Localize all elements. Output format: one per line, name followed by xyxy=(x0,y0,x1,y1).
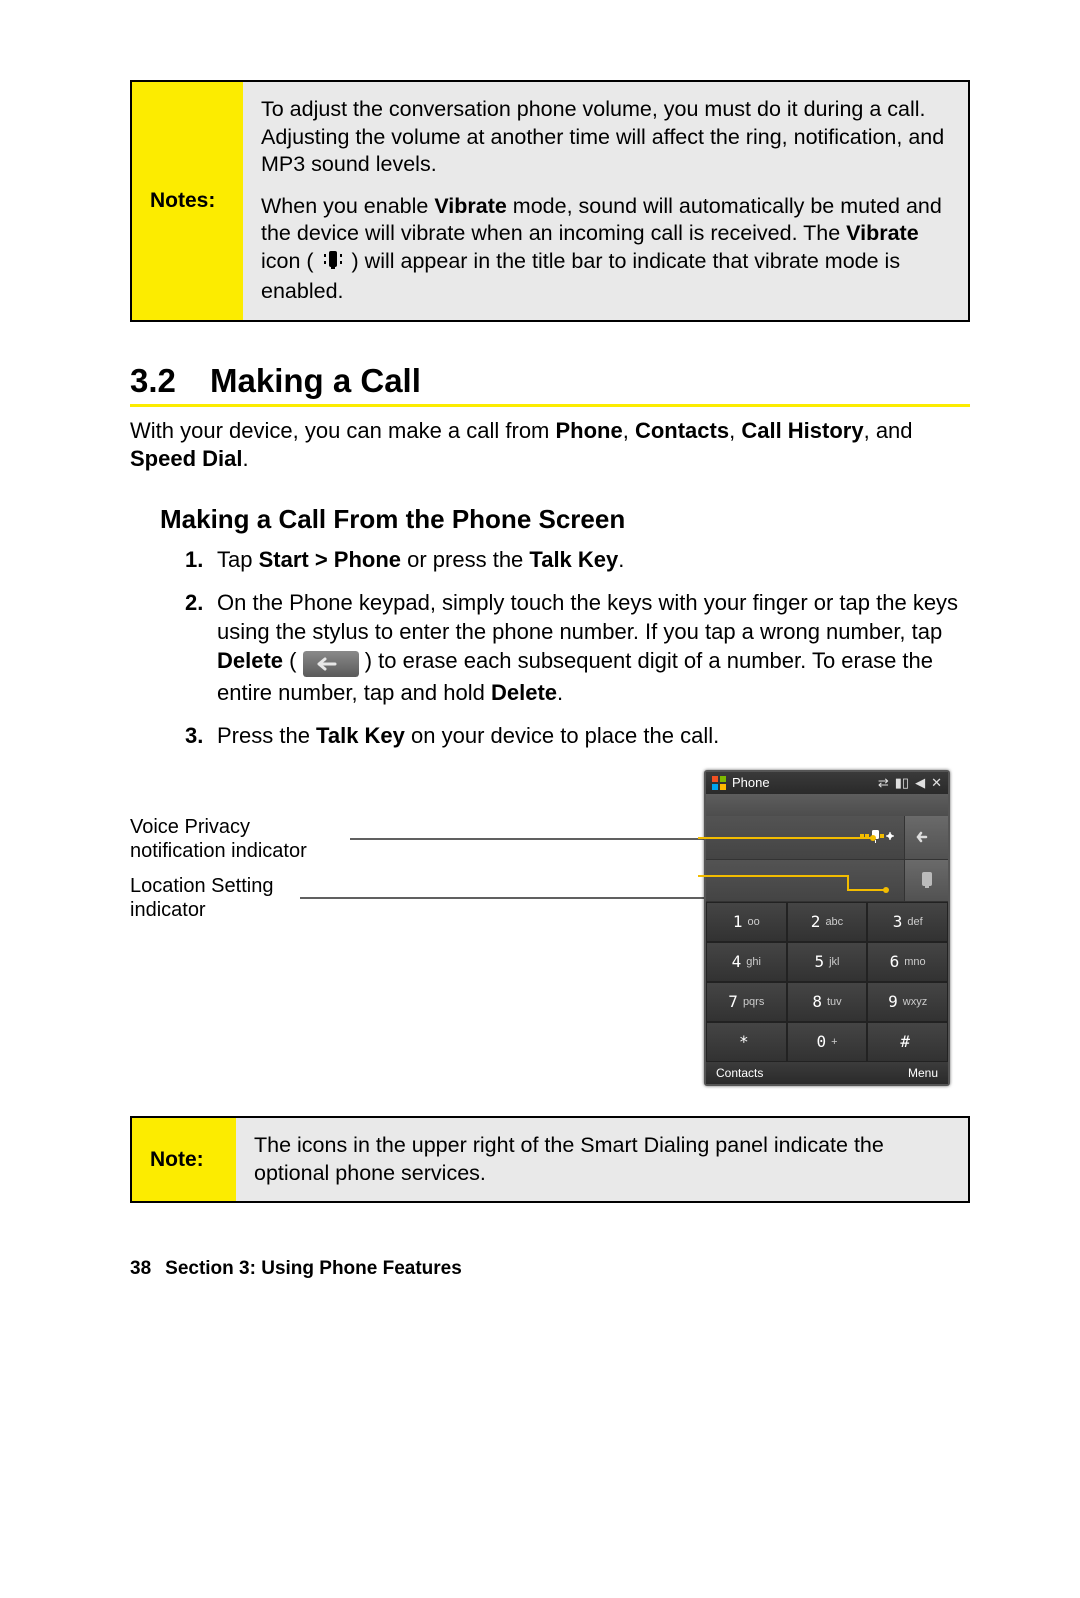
dial-input-area xyxy=(706,816,904,860)
step-number: 1. xyxy=(185,545,203,574)
text: Press the xyxy=(217,723,316,748)
key-6: 6mno xyxy=(867,942,948,982)
notes-box-bottom: Note: The icons in the upper right of th… xyxy=(130,1116,970,1203)
bold-text: Phone xyxy=(556,418,623,443)
delete-key-icon xyxy=(303,649,359,678)
bold-text: Vibrate xyxy=(434,194,507,218)
step-number: 2. xyxy=(185,588,203,617)
menu-softkey: Menu xyxy=(908,1066,938,1080)
bold-text: Vibrate xyxy=(846,221,919,245)
bold-text: Delete xyxy=(491,680,557,705)
step-1: 1. Tap Start > Phone or press the Talk K… xyxy=(185,545,970,574)
section-number: 3.2 xyxy=(130,362,210,400)
page-number: 38 xyxy=(130,1258,151,1279)
key-1: 1oo xyxy=(706,902,787,942)
text: With your device, you can make a call fr… xyxy=(130,418,556,443)
phone-titlebar: Phone ⇄ ▮▯ ◀ ✕ xyxy=(706,772,948,794)
text: When you enable xyxy=(261,194,434,218)
phone-title-text: Phone xyxy=(732,775,770,790)
text: , and xyxy=(864,418,913,443)
section-title-text: Making a Call xyxy=(210,362,421,399)
signal-icon: ▮▯ xyxy=(895,775,909,791)
subheading: Making a Call From the Phone Screen xyxy=(160,504,970,535)
bold-text: Contacts xyxy=(635,418,729,443)
text: . xyxy=(618,547,624,572)
phone-button xyxy=(904,860,948,902)
notes-para1: To adjust the conversation phone volume,… xyxy=(261,96,950,179)
close-icon: ✕ xyxy=(931,775,942,791)
callout-voice-privacy: Voice Privacy notification indicator xyxy=(130,815,704,864)
intro-paragraph: With your device, you can make a call fr… xyxy=(130,417,970,474)
bold-text: Speed Dial xyxy=(130,446,242,471)
steps-list: 1. Tap Start > Phone or press the Talk K… xyxy=(130,545,970,750)
text: on your device to place the call. xyxy=(405,723,719,748)
notes-box-top: Notes: To adjust the conversation phone … xyxy=(130,80,970,322)
step-2: 2. On the Phone keypad, simply touch the… xyxy=(185,588,970,707)
section-heading: 3.2Making a Call xyxy=(130,362,970,407)
notes-para2: When you enable Vibrate mode, sound will… xyxy=(261,193,950,306)
page-footer: 38 Section 3: Using Phone Features xyxy=(130,1258,970,1280)
phone-screenshot: Phone ⇄ ▮▯ ◀ ✕ xyxy=(704,770,950,1086)
key-5: 5jkl xyxy=(787,942,868,982)
callouts: Voice Privacy notification indicator Loc… xyxy=(130,815,704,933)
text: . xyxy=(242,446,248,471)
notes-label: Notes: xyxy=(132,82,243,320)
text: ( xyxy=(283,648,303,673)
phone-figure: Voice Privacy notification indicator Loc… xyxy=(130,770,970,1086)
keypad: 1oo 2abc 3def 4ghi 5jkl 6mno 7pqrs 8tuv … xyxy=(706,902,948,1062)
step-number: 3. xyxy=(185,721,203,750)
backspace-button xyxy=(904,816,948,860)
voice-privacy-indicator-icon xyxy=(860,827,894,848)
bold-text: Call History xyxy=(741,418,863,443)
vibrate-icon xyxy=(320,249,346,279)
key-3: 3def xyxy=(867,902,948,942)
key-0: 0+ xyxy=(787,1022,868,1062)
text: ) will appear in the title bar to indica… xyxy=(261,249,900,304)
key-8: 8tuv xyxy=(787,982,868,1022)
note-body: The icons in the upper right of the Smar… xyxy=(236,1118,968,1201)
bold-text: Delete xyxy=(217,648,283,673)
key-star: * xyxy=(706,1022,787,1062)
text: , xyxy=(729,418,741,443)
text: , xyxy=(623,418,635,443)
callout-text: Voice Privacy notification indicator xyxy=(130,815,350,864)
bold-text: Talk Key xyxy=(529,547,618,572)
step-3: 3. Press the Talk Key on your device to … xyxy=(185,721,970,750)
windows-icon xyxy=(712,776,726,790)
section-footer: Section 3: Using Phone Features xyxy=(165,1258,462,1279)
callout-line-icon xyxy=(350,833,704,845)
text: . xyxy=(557,680,563,705)
text: or press the xyxy=(401,547,529,572)
display-bar xyxy=(706,794,948,816)
contacts-softkey: Contacts xyxy=(716,1066,763,1080)
text: On the Phone keypad, simply touch the ke… xyxy=(217,590,958,644)
callout-location: Location Setting indicator xyxy=(130,874,704,923)
key-9: 9wxyz xyxy=(867,982,948,1022)
note-text: The icons in the upper right of the Smar… xyxy=(254,1132,950,1187)
input-row-2 xyxy=(706,860,948,902)
bold-text: Talk Key xyxy=(316,723,405,748)
input-row xyxy=(706,816,948,860)
phone-bottom-bar: Contacts Menu xyxy=(706,1062,948,1084)
sync-icon: ⇄ xyxy=(878,775,889,791)
note-label: Note: xyxy=(132,1118,236,1201)
location-indicator-area xyxy=(706,860,904,902)
callout-text: Location Setting indicator xyxy=(130,874,300,923)
text: icon ( xyxy=(261,249,320,273)
key-hash: # xyxy=(867,1022,948,1062)
callout-line-icon xyxy=(300,892,704,904)
key-2: 2abc xyxy=(787,902,868,942)
bold-text: Start > Phone xyxy=(259,547,401,572)
text: Tap xyxy=(217,547,259,572)
speaker-icon: ◀ xyxy=(915,775,925,791)
notes-body: To adjust the conversation phone volume,… xyxy=(243,82,968,320)
key-4: 4ghi xyxy=(706,942,787,982)
key-7: 7pqrs xyxy=(706,982,787,1022)
